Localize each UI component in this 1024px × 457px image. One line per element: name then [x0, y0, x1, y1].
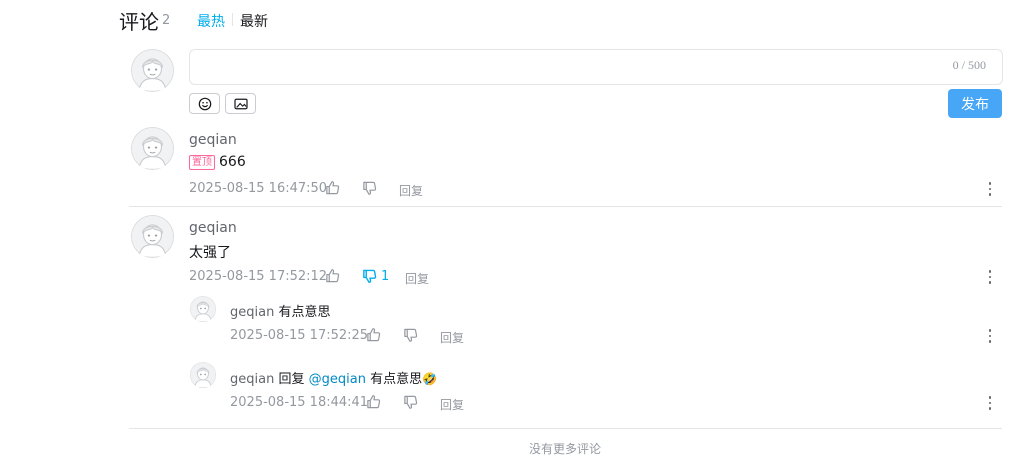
image-icon — [233, 98, 248, 109]
like-button[interactable] — [366, 394, 381, 409]
avatar-face-icon — [131, 127, 174, 170]
smile-icon — [198, 97, 211, 110]
more-menu-icon[interactable] — [984, 329, 996, 343]
avatar-face-icon — [131, 215, 174, 258]
comment-username[interactable]: geqian — [189, 132, 237, 148]
mention-link[interactable]: @geqian — [309, 372, 366, 387]
reply-button[interactable]: 回复 — [399, 182, 423, 199]
publish-button[interactable]: 发布 — [948, 89, 1002, 118]
thumbs-up-icon — [367, 328, 381, 342]
comment-text: 太强了 — [189, 245, 231, 261]
avatar[interactable] — [190, 362, 216, 388]
comments-title: 评论 — [119, 10, 159, 34]
sub-reply-time: 2025-08-15 18:44:41 — [230, 395, 369, 410]
avatar-face-icon — [190, 296, 216, 322]
sub-reply-username[interactable]: geqian — [230, 372, 274, 387]
avatar[interactable] — [131, 215, 174, 258]
more-menu-icon[interactable] — [984, 182, 996, 196]
reply-to-word: 回复 — [278, 372, 305, 387]
thumbs-down-icon — [404, 328, 418, 342]
thumbs-down-icon — [363, 181, 377, 195]
comment-text: 666 — [219, 154, 246, 170]
sub-reply-username[interactable]: geqian — [230, 305, 274, 320]
like-button[interactable] — [366, 327, 381, 342]
sub-reply-line: geqian 回复 @geqian 有点意思🤣 — [230, 368, 437, 387]
sort-divider — [232, 13, 233, 26]
sort-hot-tab[interactable]: 最热 — [197, 11, 225, 31]
sort-new-tab[interactable]: 最新 — [240, 11, 268, 31]
avatar[interactable] — [190, 296, 216, 322]
dislike-button-active[interactable]: 1 — [362, 269, 389, 284]
thumbs-up-icon — [326, 269, 340, 283]
thumbs-down-icon — [363, 269, 377, 284]
dislike-button[interactable] — [403, 395, 418, 410]
dislike-count: 1 — [381, 269, 390, 284]
thumbs-up-icon — [367, 395, 381, 409]
comments-count: 2 — [162, 13, 171, 28]
like-button[interactable] — [325, 180, 340, 195]
avatar-face-icon — [131, 49, 174, 92]
sub-reply-line: geqian 有点意思 — [230, 301, 330, 320]
comment-username[interactable]: geqian — [189, 220, 237, 236]
thumbs-down-icon — [404, 395, 418, 409]
comment-divider — [129, 428, 1002, 429]
comment-divider — [129, 206, 1002, 207]
pinned-badge: 置顶 — [189, 155, 215, 170]
comment-time: 2025-08-15 17:52:12 — [189, 269, 328, 284]
reply-button[interactable]: 回复 — [440, 396, 464, 413]
avatar-face-icon — [190, 362, 216, 388]
sub-reply-text: 有点意思 — [370, 372, 423, 387]
no-more-comments: 没有更多评论 — [528, 442, 601, 456]
sub-reply-time: 2025-08-15 17:52:25 — [230, 328, 369, 343]
reply-button[interactable]: 回复 — [440, 329, 464, 346]
comment-content: 置顶 666 — [189, 154, 246, 170]
more-menu-icon[interactable] — [984, 396, 996, 410]
comment-input[interactable] — [189, 49, 1003, 85]
avatar[interactable] — [131, 127, 174, 170]
my-avatar — [131, 49, 174, 92]
dislike-button[interactable] — [362, 181, 377, 196]
sub-reply-text: 有点意思 — [278, 305, 331, 320]
like-button[interactable] — [325, 268, 340, 283]
reply-button[interactable]: 回复 — [405, 270, 429, 287]
image-button[interactable] — [225, 93, 256, 114]
thumbs-up-icon — [326, 181, 340, 195]
more-menu-icon[interactable] — [984, 270, 996, 284]
comment-time: 2025-08-15 16:47:50 — [189, 181, 328, 196]
word-count: 0 / 500 — [952, 58, 986, 72]
emoji-button[interactable] — [189, 93, 220, 114]
laughing-emoji-icon: 🤣 — [422, 372, 438, 386]
dislike-button[interactable] — [403, 328, 418, 343]
